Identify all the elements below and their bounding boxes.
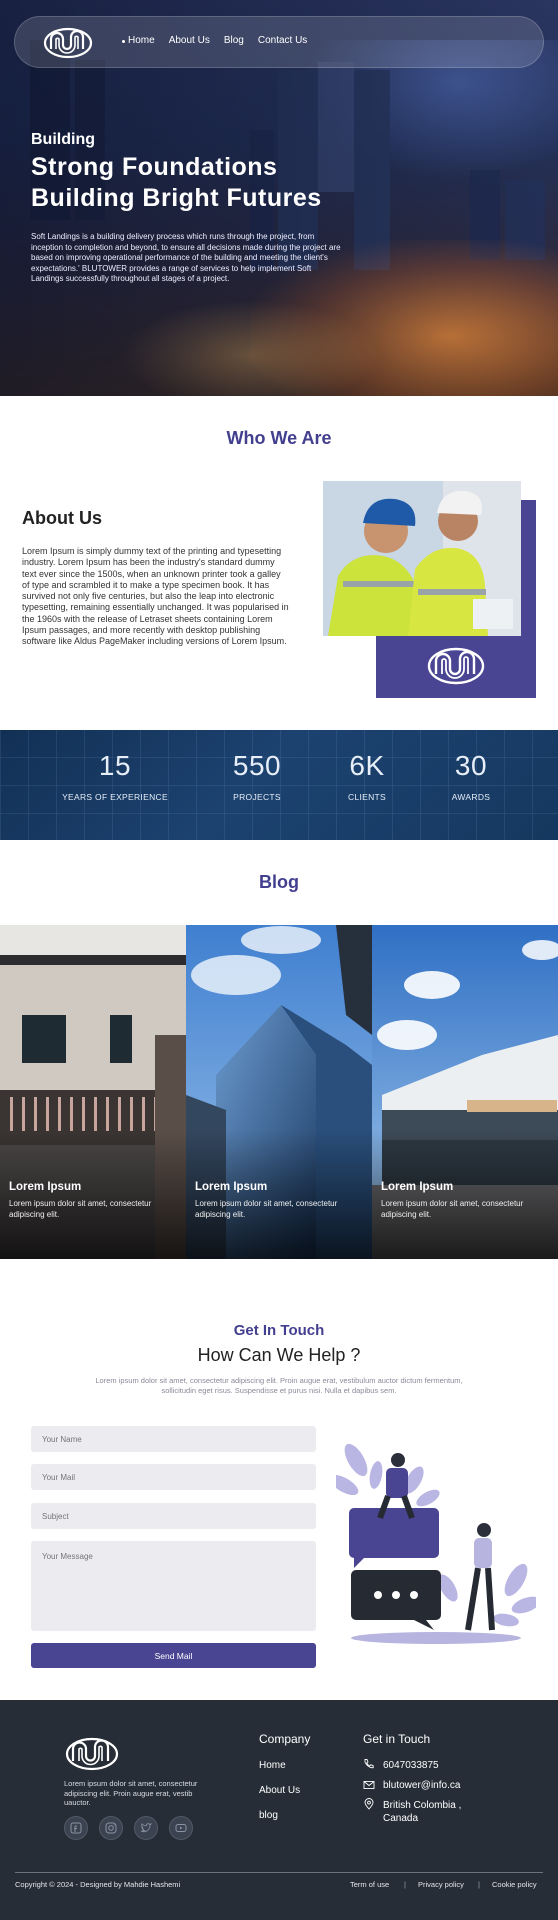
who-we-are-title: Who We Are	[226, 428, 332, 448]
contact-heading: How Can We Help ?	[197, 1345, 361, 1365]
blog-card-title: Lorem Ipsum	[9, 1181, 82, 1193]
legal-separator: |	[478, 1880, 480, 1889]
twitter-icon[interactable]	[134, 1816, 158, 1840]
company-heading: Company	[259, 1732, 311, 1746]
privacy-link[interactable]: Privacy policy	[418, 1880, 464, 1889]
youtube-icon[interactable]	[169, 1816, 193, 1840]
nav-link-home[interactable]: Home	[123, 35, 155, 46]
brand-logo-icon	[427, 647, 485, 685]
copyright-text: Copyright © 2024 - Designed by Mahdie Ha…	[15, 1880, 181, 1889]
phone-icon	[364, 1759, 374, 1769]
footer-address: British Colombia , Canada	[383, 1799, 461, 1825]
stat-label: CLIENTS	[348, 792, 386, 802]
stat-value: 15	[98, 750, 132, 781]
address-line1: British Colombia ,	[383, 1800, 462, 1811]
stats-band: 15 YEARS OF EXPERIENCE 550 PROJECTS 6K C…	[0, 730, 558, 840]
name-field[interactable]	[31, 1426, 316, 1452]
stat-value: 6K	[349, 750, 385, 781]
blog-card-title: Lorem Ipsum	[195, 1181, 268, 1193]
chat-illustration	[336, 1443, 536, 1644]
instagram-icon[interactable]	[99, 1816, 123, 1840]
mail-icon	[363, 1781, 375, 1789]
stat-label: PROJECTS	[233, 792, 281, 802]
blog-card[interactable]: Lorem Ipsum Lorem ipsum dolor sit amet, …	[0, 925, 186, 1259]
footer-email[interactable]: blutower@info.ca	[383, 1780, 460, 1791]
blog-card[interactable]: Lorem Ipsum Lorem ipsum dolor sit amet, …	[186, 925, 372, 1259]
stat-label: AWARDS	[451, 792, 491, 802]
get-in-touch-heading: Get in Touch	[363, 1732, 431, 1746]
hero-section: Home About Us Blog Contact Us Building S…	[0, 0, 558, 396]
about-heading: About Us	[22, 508, 102, 528]
navbar: Home About Us Blog Contact Us	[14, 16, 544, 68]
footer-description: Lorem ipsum dolor sit amet, consectetur …	[64, 1779, 198, 1807]
hero-title: Strong Foundations Building Bright Futur…	[31, 152, 391, 214]
email-field[interactable]	[31, 1464, 316, 1490]
address-line2: Canada	[383, 1813, 419, 1824]
subject-field[interactable]	[31, 1503, 316, 1529]
blog-title: Blog	[259, 872, 299, 892]
blog-card-text: Lorem ipsum dolor sit amet, consectetur …	[9, 1199, 152, 1219]
cookie-link[interactable]: Cookie policy	[492, 1880, 537, 1889]
contact-kicker: Get In Touch	[233, 1322, 325, 1339]
footer-divider	[15, 1872, 543, 1873]
nav-link-blog[interactable]: Blog	[224, 35, 244, 46]
workers-photo	[323, 481, 521, 636]
about-text: Lorem Ipsum is simply dummy text of the …	[22, 546, 289, 647]
stat-clients: 6K CLIENTS	[307, 750, 427, 802]
stat-years: 15 YEARS OF EXPERIENCE	[55, 750, 175, 802]
hero-title-line2: Building Bright Futures	[31, 184, 322, 212]
blog-card-title: Lorem Ipsum	[381, 1181, 454, 1193]
nav-link-contact[interactable]: Contact Us	[258, 35, 307, 46]
nav-links: Home About Us Blog Contact Us	[123, 35, 307, 46]
hero-title-line1: Strong Foundations	[31, 153, 278, 181]
facebook-icon[interactable]	[64, 1816, 88, 1840]
blog-card-text: Lorem ipsum dolor sit amet, consectetur …	[381, 1199, 524, 1219]
workers-illustration	[323, 481, 521, 636]
active-nav-dot	[122, 40, 125, 43]
social-links	[64, 1816, 193, 1840]
hero-kicker: Building	[31, 131, 95, 148]
stat-value: 30	[454, 750, 488, 781]
footer-link-blog[interactable]: blog	[259, 1810, 278, 1821]
footer-link-about[interactable]: About Us	[259, 1785, 300, 1796]
terms-link[interactable]: Term of use	[350, 1880, 389, 1889]
legal-separator: |	[404, 1880, 406, 1889]
stat-projects: 550 PROJECTS	[197, 750, 317, 802]
blog-card[interactable]: Lorem Ipsum Lorem ipsum dolor sit amet, …	[372, 925, 558, 1259]
stat-value: 550	[232, 750, 282, 781]
footer: Lorem ipsum dolor sit amet, consectetur …	[0, 1700, 558, 1920]
footer-phone[interactable]: 6047033875	[383, 1760, 439, 1771]
stat-label: YEARS OF EXPERIENCE	[62, 792, 168, 802]
brand-logo-icon[interactable]	[64, 1736, 120, 1772]
hero-description: Soft Landings is a building delivery pro…	[31, 232, 341, 283]
nav-link-about[interactable]: About Us	[169, 35, 210, 46]
location-pin-icon	[364, 1798, 374, 1810]
brand-logo-icon[interactable]	[43, 27, 93, 59]
send-mail-button[interactable]: Send Mail	[31, 1643, 316, 1668]
contact-text: Lorem ipsum dolor sit amet, consectetur …	[95, 1376, 463, 1395]
message-field[interactable]	[31, 1541, 316, 1631]
blog-card-text: Lorem ipsum dolor sit amet, consectetur …	[195, 1199, 338, 1219]
stat-awards: 30 AWARDS	[411, 750, 531, 802]
footer-link-home[interactable]: Home	[259, 1760, 286, 1771]
